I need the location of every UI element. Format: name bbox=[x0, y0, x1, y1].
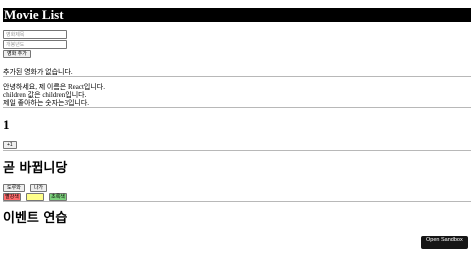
greeting-block: 안녕하세요, 제 이름은 React입니다. children 값은 child… bbox=[3, 83, 471, 107]
red-color-button[interactable]: 빨강색 bbox=[3, 193, 21, 201]
enter-button[interactable]: 도루와 bbox=[3, 184, 25, 192]
add-movie-button[interactable]: 영화 추가 bbox=[3, 50, 31, 58]
app-root: Movie List 영화 추가 추가된 영화가 없습니다. 안녕하세요, 제 … bbox=[0, 8, 474, 227]
divider bbox=[3, 107, 471, 108]
leave-button[interactable]: 나가 bbox=[29, 184, 48, 192]
movie-title-input[interactable] bbox=[3, 30, 67, 39]
divider bbox=[3, 201, 471, 202]
increment-button[interactable]: +1 bbox=[3, 141, 17, 149]
movie-year-input[interactable] bbox=[3, 40, 67, 49]
event-heading: 이벤트 연습 bbox=[3, 211, 68, 226]
divider bbox=[3, 150, 471, 151]
color-buttons-row: 빨강색 초록색 bbox=[3, 193, 471, 201]
yellow-color-button[interactable] bbox=[26, 193, 44, 201]
enter-leave-row: 도루와 나가 bbox=[3, 184, 471, 192]
counter-value: 1 bbox=[3, 117, 10, 132]
page-title: Movie List bbox=[3, 8, 471, 22]
status-heading: 곧 바뀝니당 bbox=[3, 161, 68, 176]
divider bbox=[3, 76, 471, 77]
open-sandbox-button[interactable]: Open Sandbox bbox=[421, 236, 468, 249]
greeting-line: 안녕하세요, 제 이름은 React입니다. bbox=[3, 83, 105, 91]
green-color-button[interactable]: 초록색 bbox=[49, 193, 67, 201]
favorite-number-line: 제일 좋아하는 숫자는3입니다. bbox=[3, 99, 90, 107]
empty-movie-message: 추가된 영화가 없습니다. bbox=[3, 68, 73, 76]
children-line: children 값은 children입니다. bbox=[3, 91, 87, 99]
movie-form: 영화 추가 추가된 영화가 없습니다. bbox=[3, 30, 471, 76]
